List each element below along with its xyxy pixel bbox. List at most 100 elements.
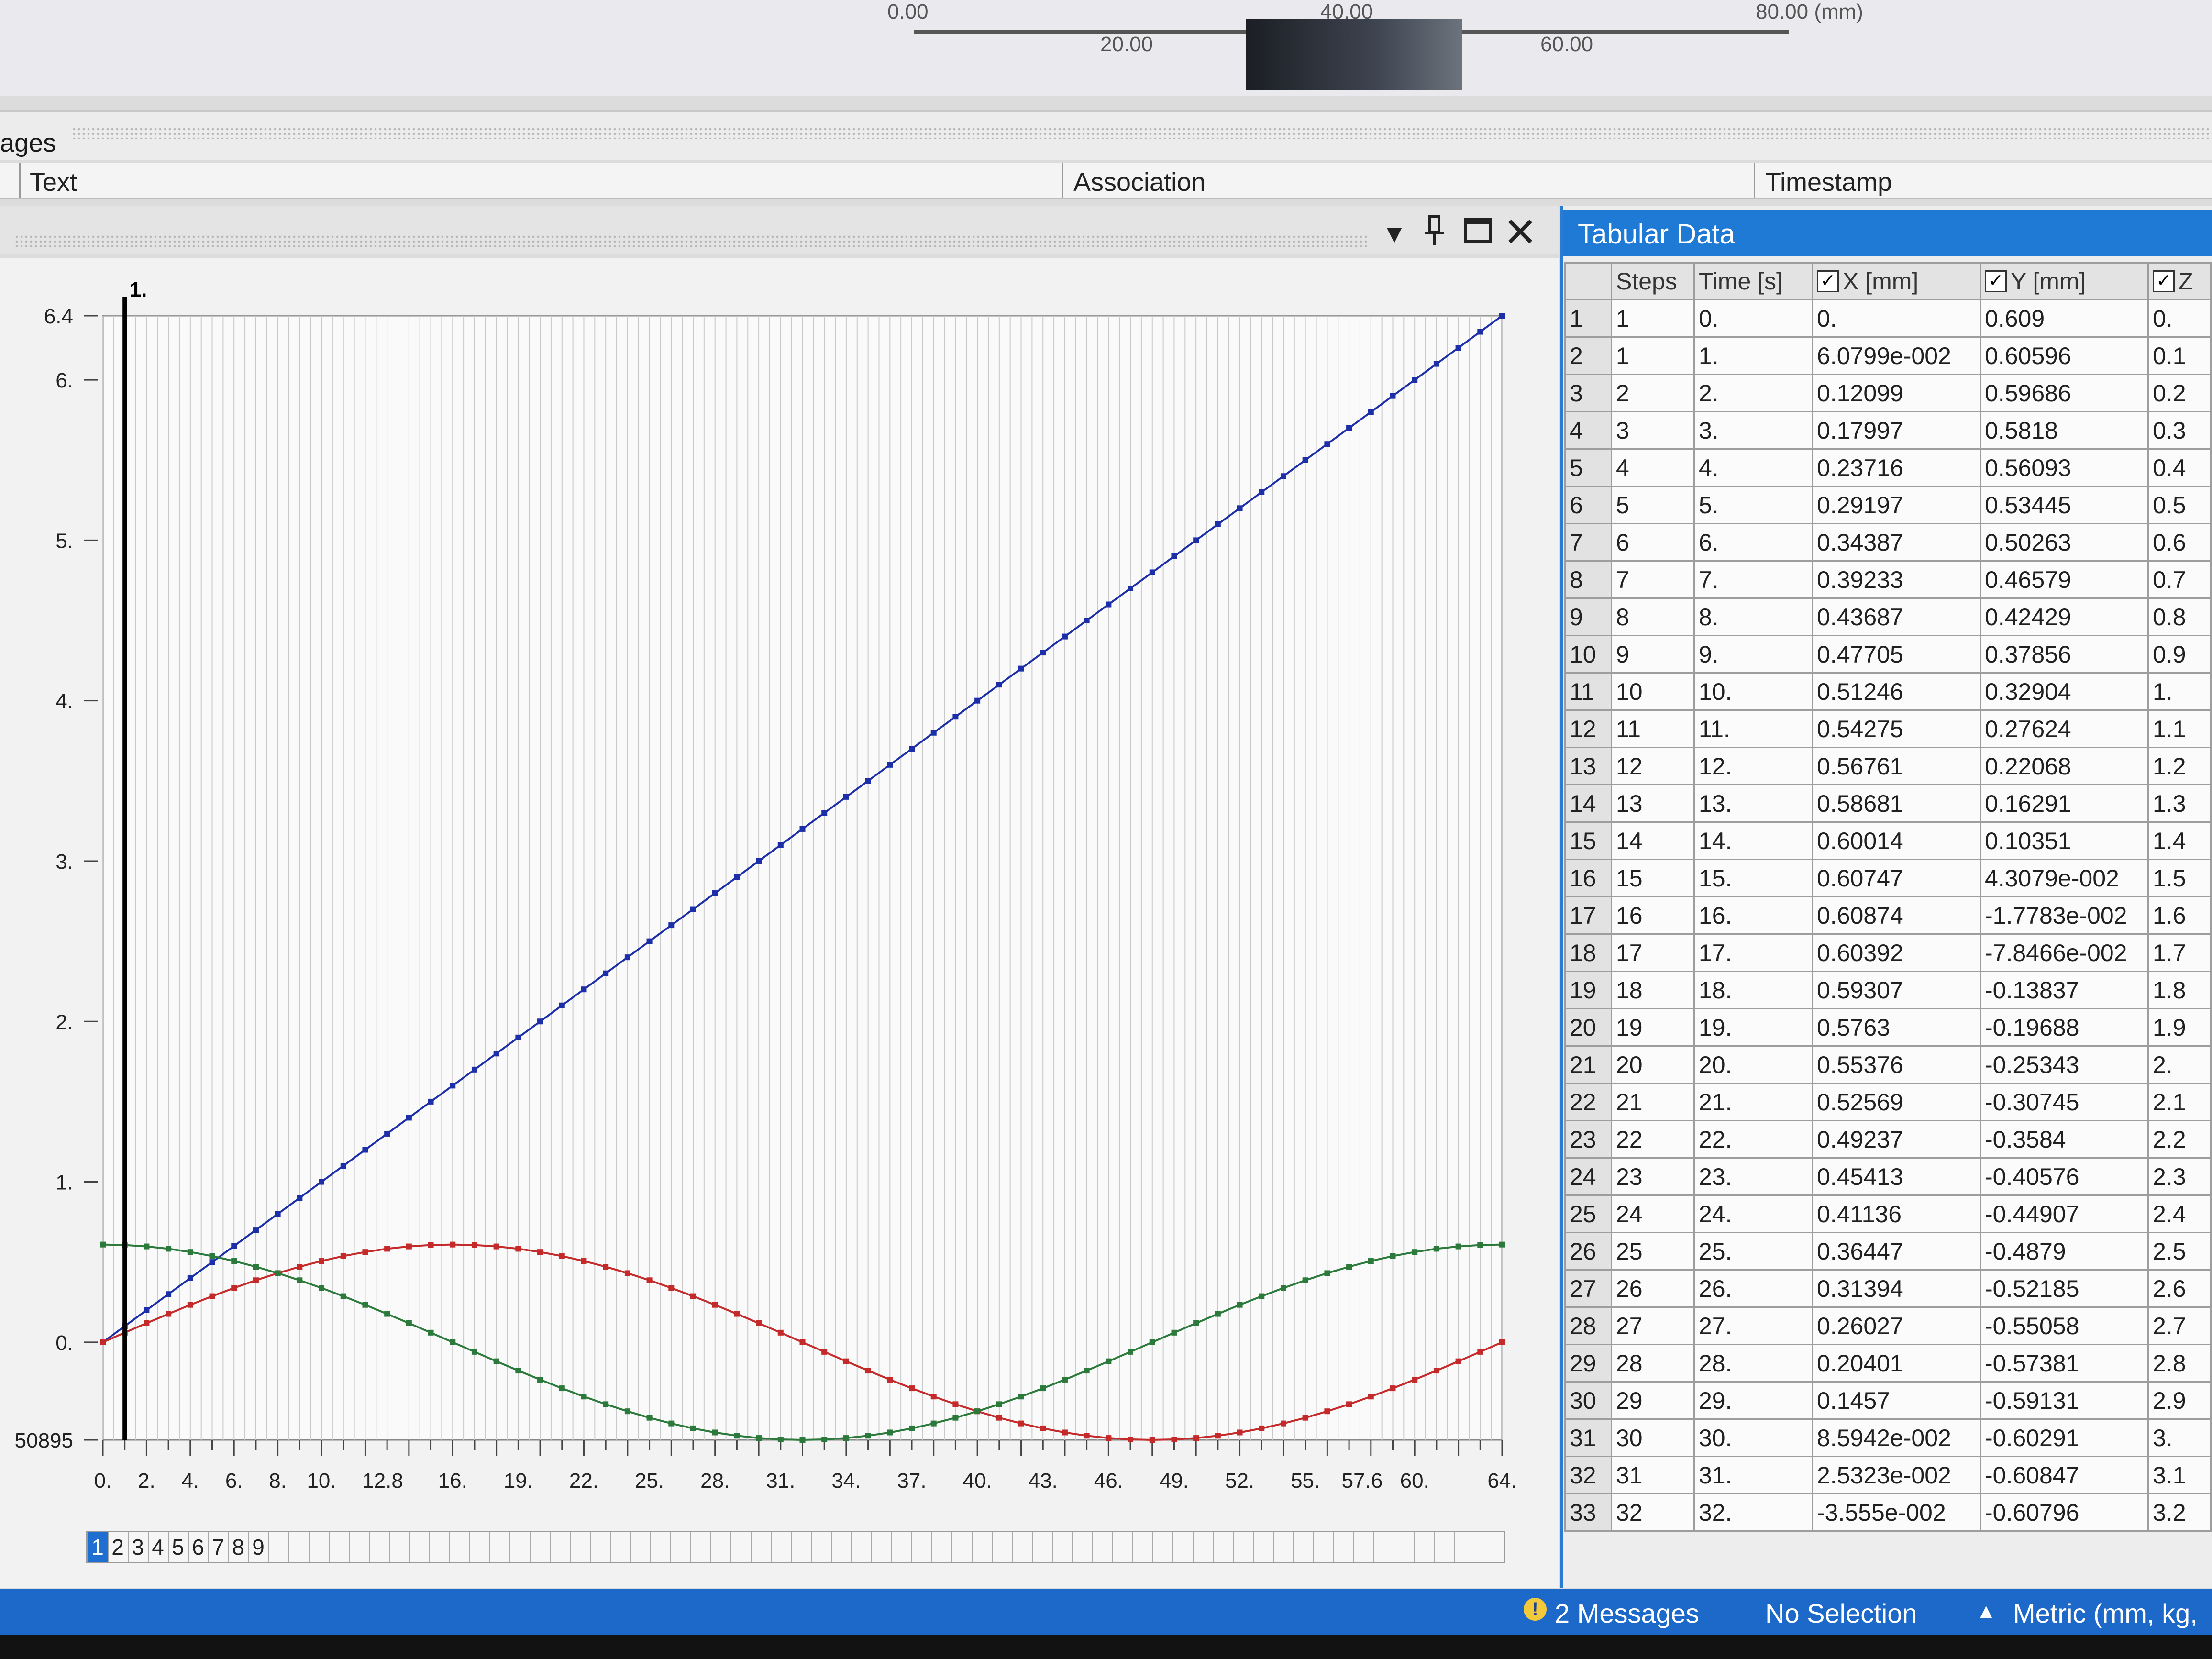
table-cell[interactable]: 0.1 — [2147, 336, 2212, 375]
table-cell[interactable]: -0.59131 — [1980, 1381, 2149, 1420]
caret-up-icon[interactable]: ▲ — [1976, 1600, 1997, 1624]
table-cell[interactable]: 2.4 — [2147, 1194, 2212, 1233]
step-page-3[interactable]: 3 — [128, 1532, 149, 1562]
table-cell[interactable]: 1 — [1611, 299, 1695, 338]
table-cell[interactable]: 18. — [1693, 971, 1813, 1009]
table-row[interactable]: 17 16 16. 0.60874 -1.7783e-002 1.6 — [1564, 896, 2212, 935]
table-cell[interactable]: 30. — [1693, 1418, 1813, 1457]
step-page-2[interactable]: 2 — [108, 1532, 129, 1562]
table-cell[interactable]: 0.16291 — [1980, 784, 2149, 823]
table-cell[interactable]: -0.4879 — [1980, 1232, 2149, 1271]
table-cell[interactable]: 1.6 — [2147, 896, 2212, 935]
table-cell[interactable]: 1.1 — [2147, 709, 2212, 748]
table-cell[interactable]: 31 — [1611, 1456, 1695, 1494]
table-cell[interactable]: 24. — [1693, 1194, 1813, 1233]
step-page-8[interactable]: 8 — [228, 1532, 249, 1562]
step-page-empty[interactable] — [851, 1532, 872, 1562]
table-row[interactable]: 7 6 6. 0.34387 0.50263 0.6 — [1564, 523, 2212, 562]
table-cell[interactable]: -0.25343 — [1980, 1045, 2149, 1084]
step-page-7[interactable]: 7 — [208, 1532, 229, 1562]
column-association[interactable]: Association — [1073, 167, 1206, 197]
table-row[interactable]: 23 22 22. 0.49237 -0.3584 2.2 — [1564, 1120, 2212, 1159]
table-cell[interactable]: -0.55058 — [1980, 1306, 2149, 1345]
step-page-empty[interactable] — [871, 1532, 892, 1562]
table-cell[interactable]: 0. — [2147, 299, 2212, 338]
graph-grip[interactable] — [14, 234, 1368, 247]
table-cell[interactable]: 0.22068 — [1980, 747, 2149, 785]
status-units[interactable]: Metric (mm, kg, — [2013, 1598, 2198, 1629]
table-cell[interactable]: 31. — [1693, 1456, 1813, 1494]
header-steps[interactable]: Steps — [1611, 262, 1695, 300]
dropdown-icon[interactable]: ▼ — [1382, 219, 1407, 249]
table-row[interactable]: 19 18 18. 0.59307 -0.13837 1.8 — [1564, 971, 2212, 1009]
table-cell[interactable]: 0.56093 — [1980, 448, 2149, 487]
table-cell[interactable]: 10. — [1693, 672, 1813, 711]
table-cell[interactable]: -0.40576 — [1980, 1157, 2149, 1196]
table-cell[interactable]: 26 — [1611, 1269, 1695, 1308]
table-cell[interactable]: 0.58681 — [1812, 784, 1981, 823]
step-page-empty[interactable] — [650, 1532, 671, 1562]
table-row[interactable]: 15 14 14. 0.60014 0.10351 1.4 — [1564, 821, 2212, 860]
table-cell[interactable]: -0.60796 — [1980, 1493, 2149, 1532]
table-row[interactable]: 31 30 30. 8.5942e-002 -0.60291 3. — [1564, 1418, 2212, 1457]
step-page-empty[interactable] — [590, 1532, 611, 1562]
table-cell[interactable]: 0.36447 — [1812, 1232, 1981, 1271]
table-cell[interactable]: 0.26027 — [1812, 1306, 1981, 1345]
table-cell[interactable]: -0.3584 — [1980, 1120, 2149, 1159]
table-cell[interactable]: -0.13837 — [1980, 971, 2149, 1009]
table-cell[interactable]: 5 — [1611, 486, 1695, 524]
table-cell[interactable]: -0.52185 — [1980, 1269, 2149, 1308]
step-page-empty[interactable] — [791, 1532, 812, 1562]
step-page-empty[interactable] — [911, 1532, 932, 1562]
table-row[interactable]: 2 1 1. 6.0799e-002 0.60596 0.1 — [1564, 336, 2212, 375]
step-page-empty[interactable] — [630, 1532, 651, 1562]
step-page-empty[interactable] — [1092, 1532, 1113, 1562]
table-cell[interactable]: 2. — [2147, 1045, 2212, 1084]
column-text[interactable]: Text — [30, 167, 77, 197]
table-cell[interactable]: 1.8 — [2147, 971, 2212, 1009]
table-cell[interactable]: 29 — [1611, 1381, 1695, 1420]
messages-grip[interactable] — [72, 127, 2212, 139]
table-cell[interactable]: 1.9 — [2147, 1008, 2212, 1047]
table-cell[interactable]: 21 — [1611, 1083, 1695, 1121]
step-page-empty[interactable] — [409, 1532, 430, 1562]
table-cell[interactable]: 1.7 — [2147, 933, 2212, 972]
table-cell[interactable]: 2.9 — [2147, 1381, 2212, 1420]
step-page-empty[interactable] — [329, 1532, 350, 1562]
step-page-empty[interactable] — [730, 1532, 752, 1562]
table-cell[interactable]: 2 — [1611, 374, 1695, 412]
table-cell[interactable]: 0.60874 — [1812, 896, 1981, 935]
step-page-empty[interactable] — [530, 1532, 551, 1562]
step-page-empty[interactable] — [1112, 1532, 1133, 1562]
table-cell[interactable]: 20. — [1693, 1045, 1813, 1084]
table-cell[interactable]: 0.43687 — [1812, 597, 1981, 636]
table-row[interactable]: 18 17 17. 0.60392 -7.8466e-002 1.7 — [1564, 933, 2212, 972]
step-page-empty[interactable] — [1273, 1532, 1294, 1562]
table-cell[interactable]: 14. — [1693, 821, 1813, 860]
maximize-icon[interactable] — [1464, 214, 1493, 253]
step-page-empty[interactable] — [1172, 1532, 1194, 1562]
table-row[interactable]: 13 12 12. 0.56761 0.22068 1.2 — [1564, 747, 2212, 785]
table-cell[interactable]: 3.1 — [2147, 1456, 2212, 1494]
table-cell[interactable]: 0.4 — [2147, 448, 2212, 487]
table-cell[interactable]: 0.60014 — [1812, 821, 1981, 860]
table-cell[interactable]: 0.8 — [2147, 597, 2212, 636]
table-cell[interactable]: -0.60847 — [1980, 1456, 2149, 1494]
step-page-empty[interactable] — [1012, 1532, 1033, 1562]
table-cell[interactable]: 19 — [1611, 1008, 1695, 1047]
table-cell[interactable]: 2.2 — [2147, 1120, 2212, 1159]
table-cell[interactable]: 17 — [1611, 933, 1695, 972]
step-page-empty[interactable] — [429, 1532, 450, 1562]
table-cell[interactable]: 0.10351 — [1980, 821, 2149, 860]
step-page-empty[interactable] — [690, 1532, 711, 1562]
table-cell[interactable]: 22. — [1693, 1120, 1813, 1159]
step-page-empty[interactable] — [349, 1532, 370, 1562]
table-cell[interactable]: 0.56761 — [1812, 747, 1981, 785]
table-cell[interactable]: 14 — [1611, 821, 1695, 860]
table-cell[interactable]: 1.5 — [2147, 859, 2212, 897]
table-cell[interactable]: 2.5 — [2147, 1232, 2212, 1271]
chart[interactable]: 6.46.5.4.3.2.1.0.508950. 2. 4. 6. 8. 10. 12.8 1… — [0, 258, 1559, 1588]
table-cell[interactable]: 0.9 — [2147, 635, 2212, 674]
table-cell[interactable]: 32. — [1693, 1493, 1813, 1532]
header-z[interactable]: ✓ Z — [2147, 262, 2212, 300]
